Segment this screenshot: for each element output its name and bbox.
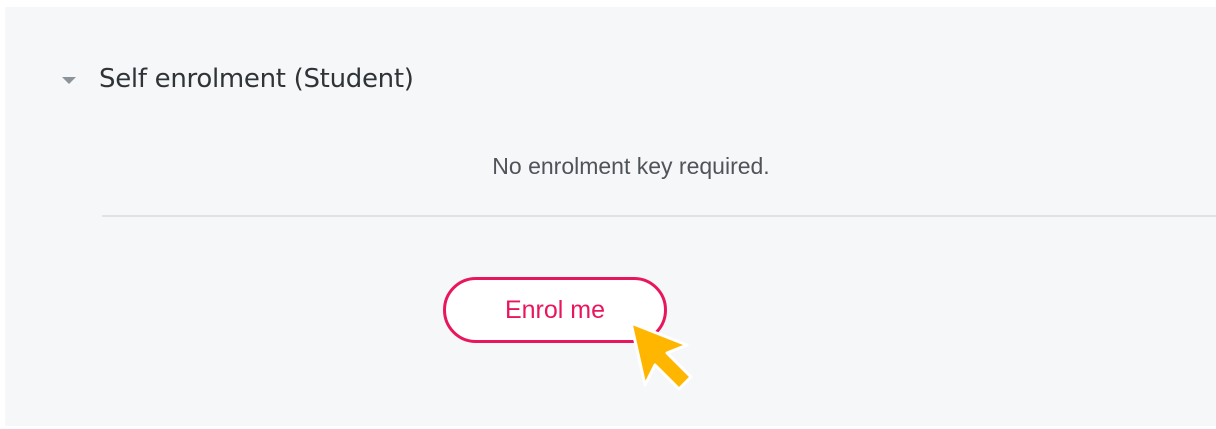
divider [102, 215, 1216, 217]
enrolment-panel: Self enrolment (Student) No enrolment ke… [5, 7, 1216, 426]
section-title: Self enrolment (Student) [99, 64, 414, 94]
pointer-arrow-icon [629, 321, 693, 391]
enrolment-key-note: No enrolment key required. [492, 153, 770, 179]
collapse-triangle-icon[interactable] [62, 76, 76, 84]
section-header[interactable]: Self enrolment (Student) [62, 57, 414, 101]
